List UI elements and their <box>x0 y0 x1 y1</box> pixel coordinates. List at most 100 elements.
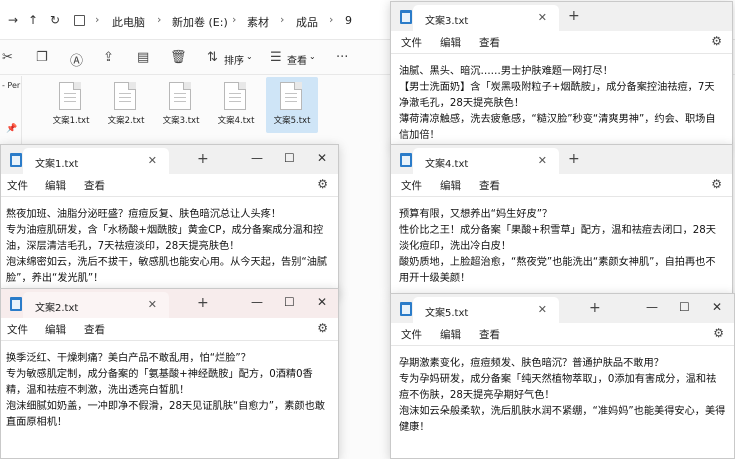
menu-edit[interactable]: 编辑 <box>45 178 66 193</box>
up-arrow-icon[interactable]: ↑ <box>28 13 38 27</box>
nav-item-label[interactable]: - Per <box>2 81 20 90</box>
menu-bar: 文件 编辑 查看 ⚙ <box>1 318 338 340</box>
tab-file[interactable]: 文案4.txt ✕ <box>413 148 559 174</box>
tab-file[interactable]: 文案5.txt ✕ <box>413 297 559 323</box>
back-arrow-icon[interactable]: → <box>8 13 18 27</box>
refresh-icon[interactable]: ↻ <box>50 13 60 27</box>
gear-icon[interactable]: ⚙ <box>713 326 724 340</box>
breadcrumb-item[interactable]: 9 <box>345 14 352 27</box>
paste-icon[interactable]: ▤ <box>137 50 149 65</box>
menu-file[interactable]: 文件 <box>7 178 28 193</box>
new-tab-icon[interactable]: + <box>568 151 580 167</box>
text-file-icon <box>224 82 246 110</box>
gear-icon[interactable]: ⚙ <box>711 34 722 48</box>
tab-file[interactable]: 文案1.txt ✕ <box>23 148 169 174</box>
new-tab-icon[interactable]: + <box>197 151 209 167</box>
menu-view[interactable]: 查看 <box>479 178 500 193</box>
close-icon[interactable]: ✕ <box>317 295 327 309</box>
tab-title: 文案4.txt <box>425 159 469 170</box>
close-tab-icon[interactable]: ✕ <box>538 11 547 24</box>
minimize-icon[interactable]: — <box>251 151 263 165</box>
file-item[interactable]: 文案1.txt <box>45 77 97 133</box>
tab-title: 文案3.txt <box>425 16 469 27</box>
title-bar[interactable]: 文案2.txt ✕ + — ☐ ✕ <box>1 289 338 318</box>
gear-icon[interactable]: ⚙ <box>317 177 328 191</box>
chevron-right-icon: › <box>280 13 285 26</box>
text-line: 专为敏感肌定制，成分备案的「氨基酸+神经酰胺」配方，0酒精0香精，温和祛痘不刺激… <box>6 369 313 396</box>
text-editor[interactable]: 熬夜加班、油脂分泌旺盛？痘痘反复、肤色暗沉总让人头疼！ 专为油痘肌研发，含「水杨… <box>1 196 338 295</box>
text-editor[interactable]: 孕期激素变化，痘痘频发、肤色暗沉？普通护肤品不敢用？ 专为孕妈研发，成分备案「纯… <box>391 345 734 458</box>
menu-view[interactable]: 查看 <box>479 327 500 342</box>
new-tab-icon[interactable]: + <box>197 295 209 311</box>
menu-edit[interactable]: 编辑 <box>45 322 66 337</box>
more-options-icon[interactable]: ··· <box>336 50 348 65</box>
share-icon[interactable]: ⇪ <box>103 50 114 65</box>
gear-icon[interactable]: ⚙ <box>711 177 722 191</box>
menu-edit[interactable]: 编辑 <box>440 178 461 193</box>
view-icon[interactable]: ☰ <box>270 50 282 65</box>
breadcrumb-item[interactable]: 此电脑 <box>112 14 145 30</box>
maximize-icon[interactable]: ☐ <box>679 300 690 314</box>
file-item[interactable]: 文案3.txt <box>155 77 207 133</box>
text-line: 泡沫绵密如云，洗后不拔干，敏感肌也能安心用。从今天起，告别“油腻脸”，养出“发光… <box>6 257 328 284</box>
pin-icon: 📌 <box>6 124 18 134</box>
view-button[interactable]: 查看 <box>287 52 307 67</box>
chevron-right-icon: › <box>329 13 334 26</box>
text-line: 油腻、黑头、暗沉……男士护肤难题一网打尽！ <box>399 66 613 77</box>
text-editor[interactable]: 油腻、黑头、暗沉……男士护肤难题一网打尽！ 【男士洗面奶】含「炭黑吸附粒子+烟酰… <box>391 53 732 146</box>
menu-edit[interactable]: 编辑 <box>440 35 461 50</box>
maximize-icon[interactable]: ☐ <box>284 151 295 165</box>
menu-file[interactable]: 文件 <box>401 327 422 342</box>
minimize-icon[interactable]: — <box>251 295 263 309</box>
close-tab-icon[interactable]: ✕ <box>148 298 157 311</box>
sort-button[interactable]: 排序 <box>224 52 244 67</box>
breadcrumb-item[interactable]: 新加卷 (E:) <box>172 14 228 30</box>
tab-file[interactable]: 文案2.txt ✕ <box>23 292 169 318</box>
delete-icon[interactable]: 🗑 <box>170 50 187 65</box>
tab-file[interactable]: 文案3.txt ✕ <box>413 5 559 31</box>
cut-icon[interactable]: ✂ <box>2 50 13 65</box>
menu-file[interactable]: 文件 <box>7 322 28 337</box>
menu-bar: 文件 编辑 查看 ⚙ <box>391 174 732 196</box>
minimize-icon[interactable]: — <box>646 300 658 314</box>
breadcrumb-item[interactable]: 素材 <box>247 14 269 30</box>
new-tab-icon[interactable]: + <box>568 8 580 24</box>
close-tab-icon[interactable]: ✕ <box>538 303 547 316</box>
close-tab-icon[interactable]: ✕ <box>538 154 547 167</box>
file-item[interactable]: 文案4.txt <box>210 77 262 133</box>
menu-view[interactable]: 查看 <box>84 178 105 193</box>
close-icon[interactable]: ✕ <box>712 300 722 314</box>
menu-view[interactable]: 查看 <box>479 35 500 50</box>
copy-icon[interactable]: ❐ <box>36 50 48 65</box>
notepad-window-3: 文案3.txt ✕ + 文件 编辑 查看 ⚙ 油腻、黑头、暗沉……男士护肤难题一… <box>390 1 733 147</box>
text-line: 泡沫细腻如奶盖，一冲即净不假滑，28天见证肌肤“自愈力”，素颜也敢直面原相机！ <box>6 401 325 428</box>
close-tab-icon[interactable]: ✕ <box>148 154 157 167</box>
chevron-right-icon: › <box>95 13 100 26</box>
maximize-icon[interactable]: ☐ <box>284 295 295 309</box>
title-bar[interactable]: 文案4.txt ✕ + <box>391 145 732 174</box>
text-editor[interactable]: 换季泛红、干燥刺痛？美白产品不敢乱用，怕“烂脸”？ 专为敏感肌定制，成分备案的「… <box>1 340 338 458</box>
menu-file[interactable]: 文件 <box>401 35 422 50</box>
file-name: 文案5.txt <box>273 116 311 126</box>
menu-file[interactable]: 文件 <box>401 178 422 193</box>
breadcrumb-item[interactable]: 成品 <box>296 14 318 30</box>
menu-bar: 文件 编辑 查看 ⚙ <box>391 31 732 53</box>
text-editor[interactable]: 预算有限，又想养出“妈生好皮”？ 性价比之王！成分备案「果酸+积雪草」配方，温和… <box>391 196 732 293</box>
sort-icon[interactable]: ⇅ <box>207 50 218 65</box>
rename-icon[interactable]: Ⓐ <box>70 50 83 69</box>
new-tab-icon[interactable]: + <box>589 300 601 316</box>
file-item[interactable]: 文案2.txt <box>100 77 152 133</box>
title-bar[interactable]: 文案3.txt ✕ + <box>391 2 732 31</box>
text-file-icon <box>114 82 136 110</box>
gear-icon[interactable]: ⚙ <box>317 321 328 335</box>
menu-view[interactable]: 查看 <box>84 322 105 337</box>
tab-title: 文案5.txt <box>425 308 469 319</box>
notepad-window-4: 文案4.txt ✕ + 文件 编辑 查看 ⚙ 预算有限，又想养出“妈生好皮”？ … <box>390 144 733 294</box>
chevron-right-icon: › <box>232 13 237 26</box>
close-icon[interactable]: ✕ <box>317 151 327 165</box>
file-item-selected[interactable]: 文案5.txt <box>266 77 318 133</box>
title-bar[interactable]: 文案5.txt ✕ + — ☐ ✕ <box>391 294 734 323</box>
title-bar[interactable]: 文案1.txt ✕ + — ☐ ✕ <box>1 145 338 174</box>
notepad-window-2: 文案2.txt ✕ + — ☐ ✕ 文件 编辑 查看 ⚙ 换季泛红、干燥刺痛？美… <box>0 288 339 459</box>
menu-edit[interactable]: 编辑 <box>440 327 461 342</box>
